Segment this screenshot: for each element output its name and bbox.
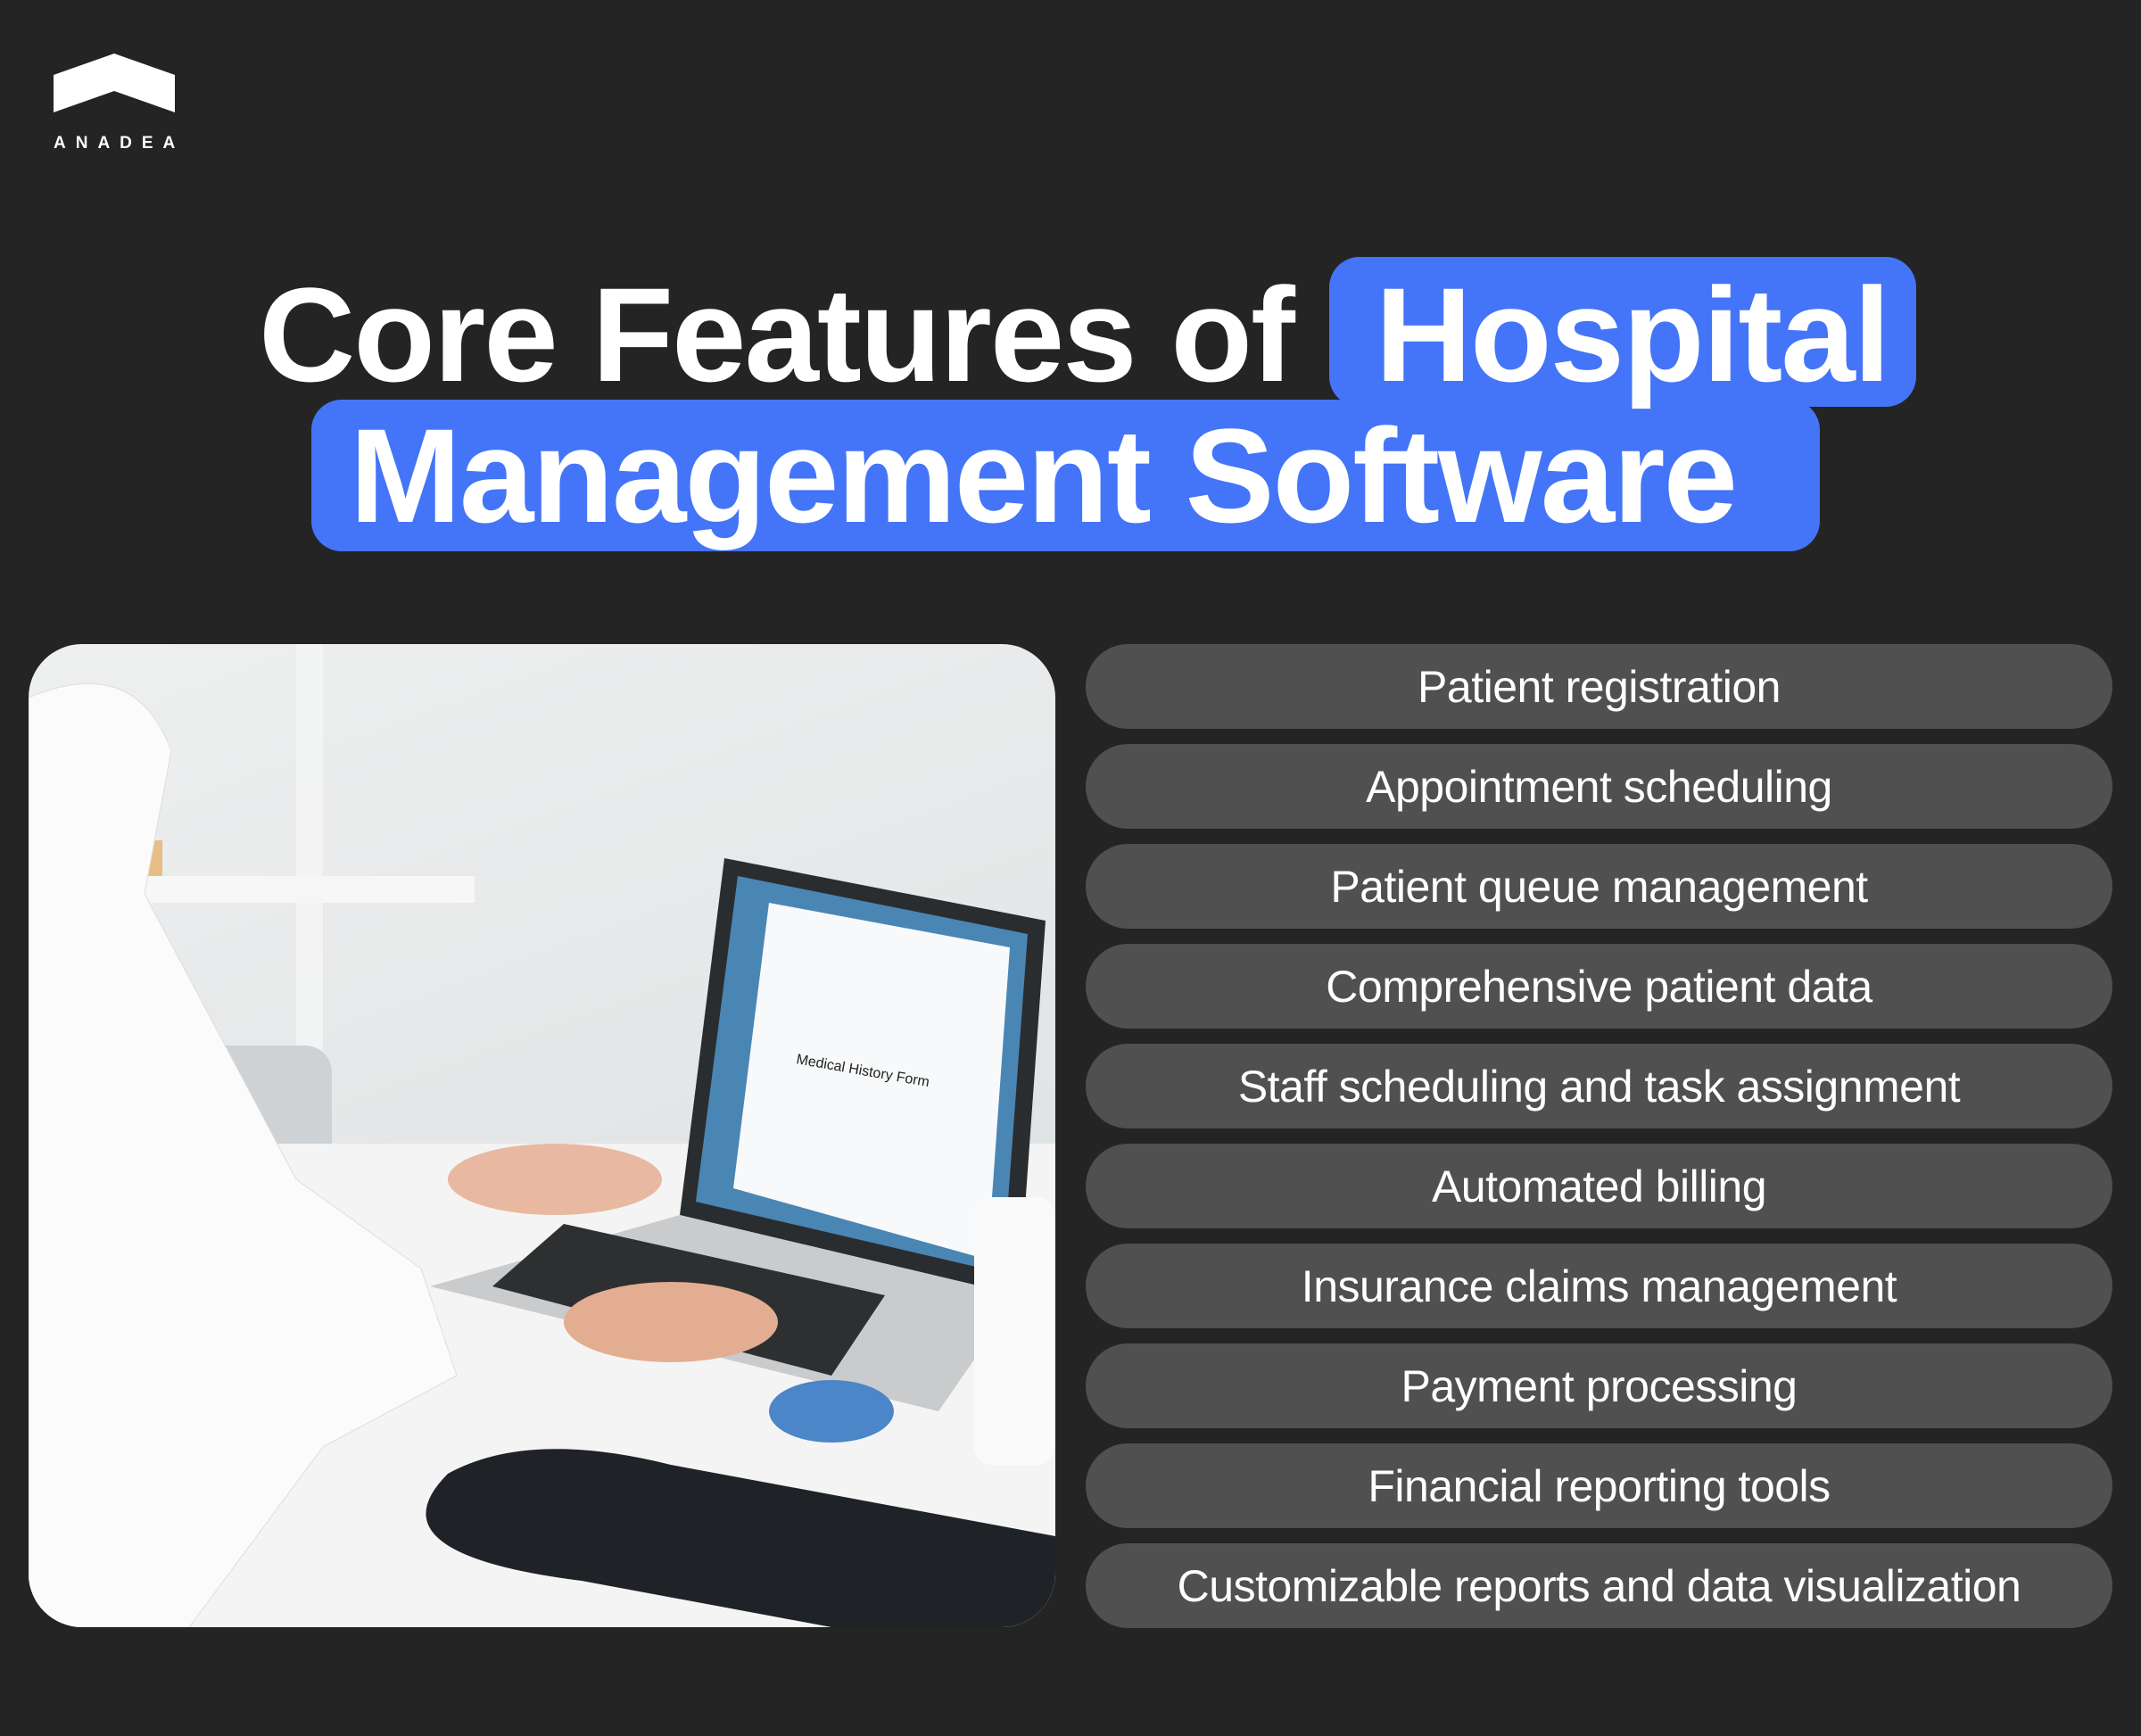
feature-item: Insurance claims management <box>1086 1244 2112 1328</box>
feature-item: Appointment scheduling <box>1086 744 2112 829</box>
feature-item: Comprehensive patient data <box>1086 944 2112 1029</box>
feature-item: Customizable reports and data visualizat… <box>1086 1543 2112 1628</box>
title-highlight-word: Hospital <box>1375 260 1891 409</box>
doctor-laptop-photo: Medical History Form <box>29 644 1055 1627</box>
feature-item: Payment processing <box>1086 1343 2112 1428</box>
page-title: Core Features of Hospital Management Sof… <box>0 0 2141 589</box>
title-plain: Core Features of <box>259 260 1295 409</box>
feature-item: Staff scheduling and task assignment <box>1086 1044 2112 1128</box>
feature-list: Patient registration Appointment schedul… <box>1086 644 2112 1643</box>
title-line-2: Management Software <box>350 401 1738 550</box>
title-line-1: Core Features of Hospital <box>259 268 1890 401</box>
feature-item: Patient queue management <box>1086 844 2112 929</box>
feature-item: Financial reporting tools <box>1086 1443 2112 1528</box>
feature-item: Automated billing <box>1086 1144 2112 1228</box>
feature-item: Patient registration <box>1086 644 2112 729</box>
